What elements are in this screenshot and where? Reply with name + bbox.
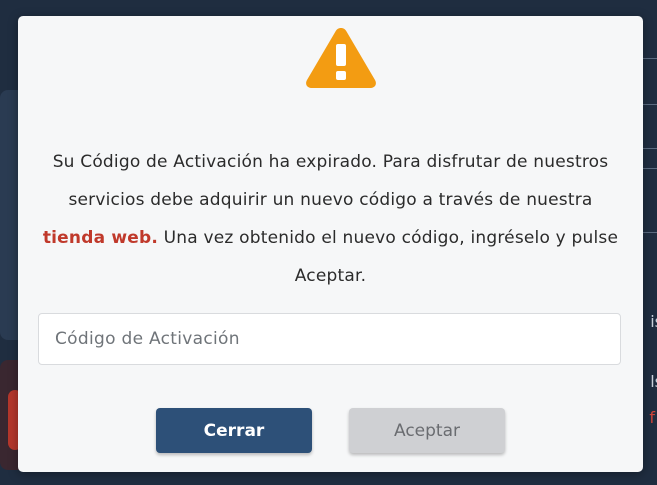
accept-button[interactable]: Aceptar [349, 408, 505, 453]
expiration-message: Su Código de Activación ha expirado. Par… [38, 143, 623, 295]
background-text: f [649, 408, 655, 427]
warning-triangle-icon [306, 28, 376, 88]
background-text: is [650, 312, 657, 331]
activation-expired-dialog: Su Código de Activación ha expirado. Par… [18, 16, 643, 472]
activation-code-input[interactable] [38, 313, 621, 365]
background-text: ls [650, 372, 657, 391]
message-text: Una vez obtenido el nuevo código, ingrés… [158, 228, 619, 286]
close-button[interactable]: Cerrar [156, 408, 312, 453]
web-store-link[interactable]: tienda web. [43, 228, 158, 248]
message-text: Su Código de Activación ha expirado. Par… [52, 152, 609, 210]
